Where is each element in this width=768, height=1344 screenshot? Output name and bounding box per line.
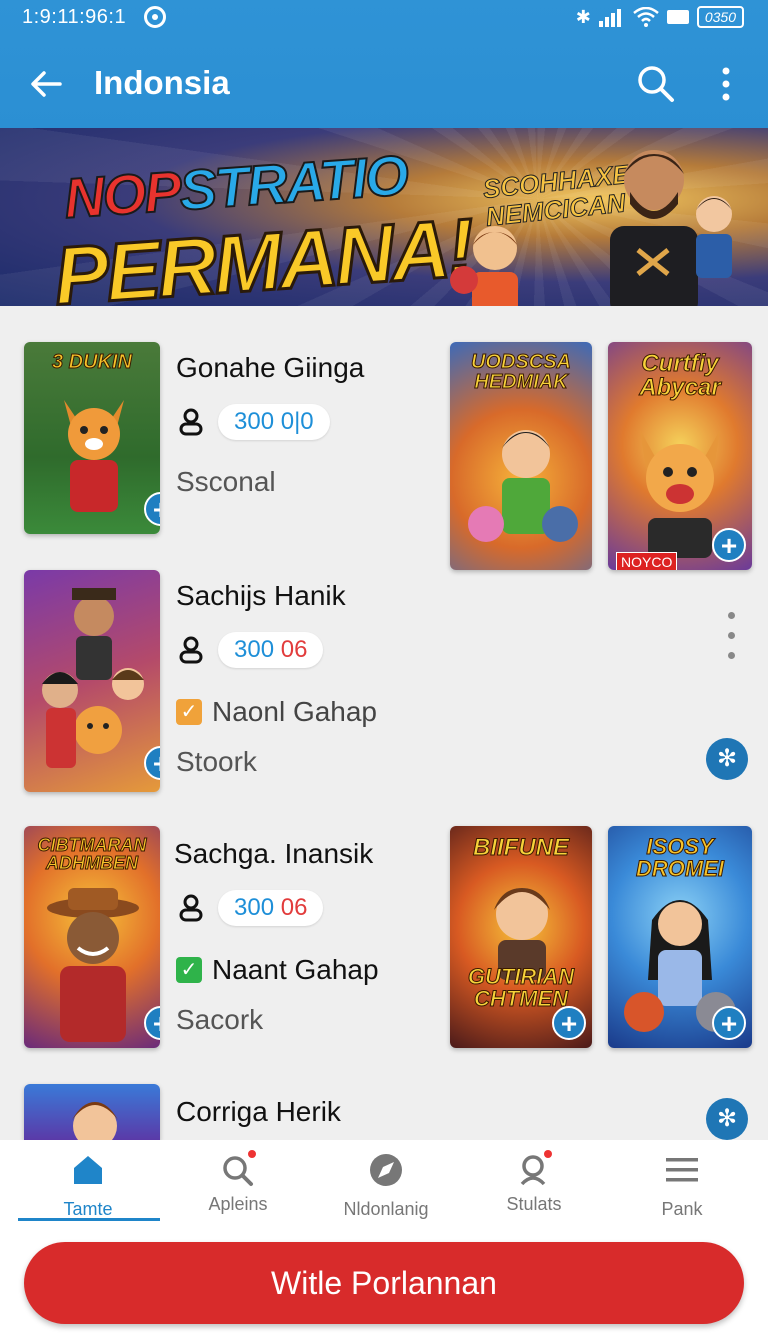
status-bar: 1:9:11:96:1 ✱ 0350 (0, 0, 768, 36)
thumbnail-title: BIIFUNE (473, 834, 570, 861)
tag-label: Naant Gahap (212, 954, 379, 985)
thumbnail-subtitle: GUTIRIAN CHTMEN (467, 964, 575, 1011)
more-vertical-icon[interactable] (726, 612, 736, 664)
notification-dot (248, 1150, 256, 1158)
more-vertical-icon[interactable] (708, 62, 744, 106)
banner-kid-illustration (450, 226, 518, 306)
nav-apleins[interactable]: Apleins (168, 1150, 308, 1230)
nav-label: Stulats (506, 1194, 562, 1214)
checkbox-icon: ✓ (176, 699, 202, 725)
app-bar: Indonsia (0, 44, 768, 128)
item-subtitle: Stoork (176, 746, 257, 777)
search-icon-wrap (218, 1150, 258, 1190)
game-thumbnail[interactable] (24, 1084, 160, 1140)
nav-pank[interactable]: Pank (612, 1150, 752, 1230)
page-title: Indonsia (94, 64, 230, 101)
add-button[interactable]: + (552, 1006, 586, 1040)
wifi-icon (633, 7, 659, 27)
nav-stulats[interactable]: Stulats (464, 1150, 604, 1230)
item-stats: 300 06 (178, 632, 324, 668)
compass-icon (370, 1154, 402, 1186)
nav-label: Nldonlanig (343, 1199, 429, 1219)
item-title[interactable]: Corriga Herik (176, 1096, 341, 1128)
item-subtitle: Ssconal (176, 466, 276, 497)
person-search-icon-wrap (514, 1150, 554, 1190)
side-thumbnail[interactable]: BIIFUNE GUTIRIAN CHTMEN + (450, 826, 592, 1048)
thumbnail-title: CIBTMARAN ADHMBEN (37, 835, 147, 873)
game-thumbnail[interactable]: CIBTMARAN ADHMBEN + (24, 826, 160, 1048)
bottom-navigation: Tamte Apleins Nldonlanig Stulats Pank (0, 1140, 768, 1230)
side-thumbnail[interactable]: UODSCSA HEDMIAK (450, 342, 592, 570)
search-icon[interactable] (634, 62, 678, 106)
nav-active-indicator (18, 1218, 160, 1221)
home-icon (74, 1156, 102, 1184)
character-head-illustration (72, 1102, 118, 1140)
thumbnail-title: 3 DUKIN (51, 351, 132, 373)
battery-text: 0350 (696, 6, 744, 28)
game-thumbnail[interactable]: 3 DUKIN + (24, 342, 160, 534)
menu-icon (666, 1158, 698, 1182)
fox-character-illustration (64, 400, 124, 512)
eye-icon (144, 6, 166, 28)
battery-icon (666, 10, 689, 24)
item-subtitle: Sacork (176, 1004, 264, 1035)
thumbnail-badge: NOYCO (616, 552, 678, 570)
nav-label: Tamte (63, 1199, 113, 1219)
user-icon (179, 636, 203, 664)
count-pill: 300 0|0 (218, 404, 330, 440)
add-button[interactable]: + (712, 1006, 746, 1040)
item-title[interactable]: Sachijs Hanik (176, 580, 346, 612)
nav-label: Apleins (208, 1194, 268, 1214)
side-thumbnail[interactable]: Curtfiy Abycar NOYCO + (608, 342, 752, 570)
item-tag: ✓ Naonl Gahap (176, 696, 377, 728)
count-pill: 300 06 (218, 632, 324, 668)
thumbnail-title: UODSCSA HEDMIAK (470, 351, 571, 393)
item-stats: 300 06 (178, 890, 324, 926)
back-arrow-icon[interactable] (24, 62, 68, 106)
count-pill: 300 06 (218, 890, 324, 926)
status-time: 1:9:11:96:1 (22, 6, 127, 28)
side-thumbnail[interactable]: ISOSY DROMEI + (608, 826, 752, 1048)
user-icon (179, 894, 203, 922)
nav-label: Pank (661, 1199, 703, 1219)
boy-character-illustration (468, 430, 578, 542)
settings-icon[interactable]: ✻ (706, 1098, 748, 1140)
group-characters-illustration (42, 588, 144, 768)
item-title[interactable]: Sachga. Inansik (174, 838, 373, 870)
nav-nldonlanig[interactable]: Nldonlanig (316, 1150, 456, 1230)
tag-label: Naonl Gahap (212, 696, 378, 727)
status-icons: ✱ 0350 (576, 6, 744, 28)
checkbox-icon: ✓ (176, 957, 202, 983)
add-button[interactable]: + (712, 528, 746, 562)
thumbnail-title: Curtfiy Abycar (639, 350, 721, 401)
thumbnail-title: ISOSY DROMEI (636, 834, 725, 881)
game-thumbnail[interactable]: + (24, 570, 160, 792)
bluetooth-icon: ✱ (575, 7, 591, 27)
top-bar: 1:9:11:96:1 ✱ 0350 Indonsia (0, 0, 768, 128)
cta-area: Witle Porlannan (0, 1230, 768, 1344)
item-tag: ✓ Naant Gahap (176, 954, 379, 986)
notification-dot (544, 1150, 552, 1158)
signal-icon (598, 9, 621, 27)
settings-icon[interactable]: ✻ (706, 738, 748, 780)
cowboy-character-illustration (47, 888, 139, 1042)
item-stats: 300 0|0 (178, 404, 330, 440)
user-icon (179, 408, 203, 436)
promo-banner[interactable]: NOPSTRATIO PERMANA! SCOHHAXEHI NEMCICAN (0, 128, 768, 306)
primary-cta-button[interactable]: Witle Porlannan (24, 1242, 744, 1324)
item-title[interactable]: Gonahe Giinga (176, 352, 364, 384)
banner-child-illustration (696, 196, 732, 278)
